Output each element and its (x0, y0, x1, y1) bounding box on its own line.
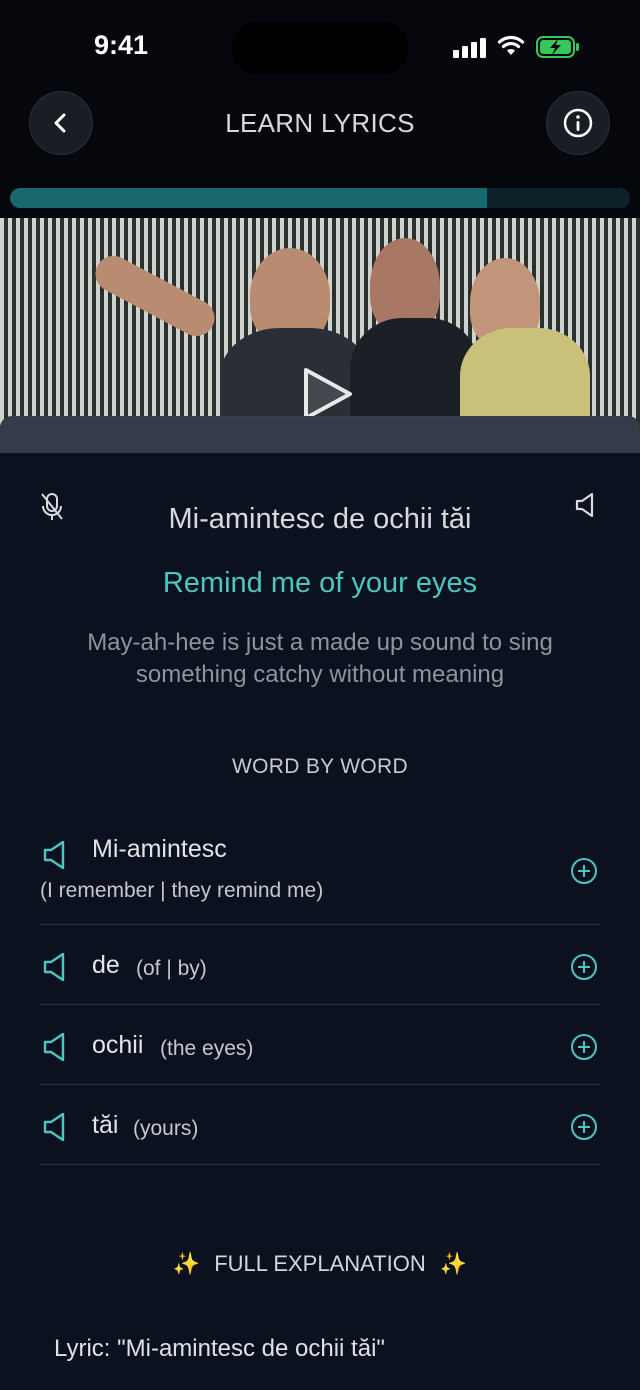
word-text: ochii (92, 1031, 144, 1059)
speaker-icon[interactable] (42, 951, 70, 983)
add-word-icon[interactable] (570, 857, 598, 885)
full-explanation-heading[interactable]: ✨ FULL EXPLANATION ✨ (0, 1251, 640, 1277)
signal-icon (453, 36, 487, 58)
video-player[interactable] (0, 218, 640, 428)
status-bar: 9:41 (0, 0, 640, 90)
status-time: 9:41 (94, 30, 149, 60)
word-text: Mi-amintesc (92, 835, 227, 863)
word-row[interactable]: ochii (the eyes) (40, 1005, 600, 1085)
sparkle-icon: ✨ (439, 1251, 468, 1276)
word-gloss: (the eyes) (160, 1037, 254, 1060)
info-button[interactable] (546, 91, 610, 155)
speaker-icon[interactable] (42, 1111, 70, 1143)
play-icon[interactable] (300, 366, 356, 422)
battery-charging-icon (536, 36, 579, 58)
full-explanation-label: FULL EXPLANATION (214, 1251, 426, 1276)
speaker-icon[interactable] (42, 839, 70, 871)
app-header: LEARN LYRICS (0, 90, 640, 218)
video-frame-person (460, 328, 590, 428)
video-frame-arm (89, 249, 221, 343)
add-word-icon[interactable] (570, 953, 598, 981)
word-gloss: (I remember | they remind me) (40, 879, 324, 902)
word-text: de (92, 951, 120, 979)
page-title: LEARN LYRICS (225, 108, 415, 138)
word-text: tăi (92, 1111, 119, 1139)
wifi-icon (497, 35, 525, 55)
lyric-sheet: Mi-amintesc de ochii tăi Remind me of yo… (0, 416, 640, 1390)
add-word-icon[interactable] (570, 1033, 598, 1061)
info-icon (563, 108, 593, 138)
explanation-lyric-line: Lyric: "Mi-amintesc de ochii tăi" (54, 1335, 385, 1362)
lesson-progress-bar (10, 188, 630, 208)
sparkle-icon: ✨ (172, 1251, 201, 1276)
sheet-handle-area[interactable] (0, 417, 640, 453)
word-row[interactable]: tăi (yours) (40, 1085, 600, 1165)
word-row[interactable]: Mi-amintesc (I remember | they remind me… (40, 827, 600, 925)
add-word-icon[interactable] (570, 1113, 598, 1141)
speaker-icon[interactable] (42, 1031, 70, 1063)
word-row[interactable]: de (of | by) (40, 925, 600, 1005)
lyric-original: Mi-amintesc de ochii tăi (168, 503, 472, 535)
dynamic-island (231, 22, 409, 74)
word-gloss: (of | by) (136, 957, 207, 980)
lyric-note: May-ah-hee is just a made up sound to si… (87, 629, 553, 688)
lyric-translation: Remind me of your eyes (162, 567, 478, 599)
progress-fill (10, 188, 488, 208)
word-by-word-heading: WORD BY WORD (232, 755, 408, 778)
word-gloss: (yours) (133, 1117, 199, 1140)
